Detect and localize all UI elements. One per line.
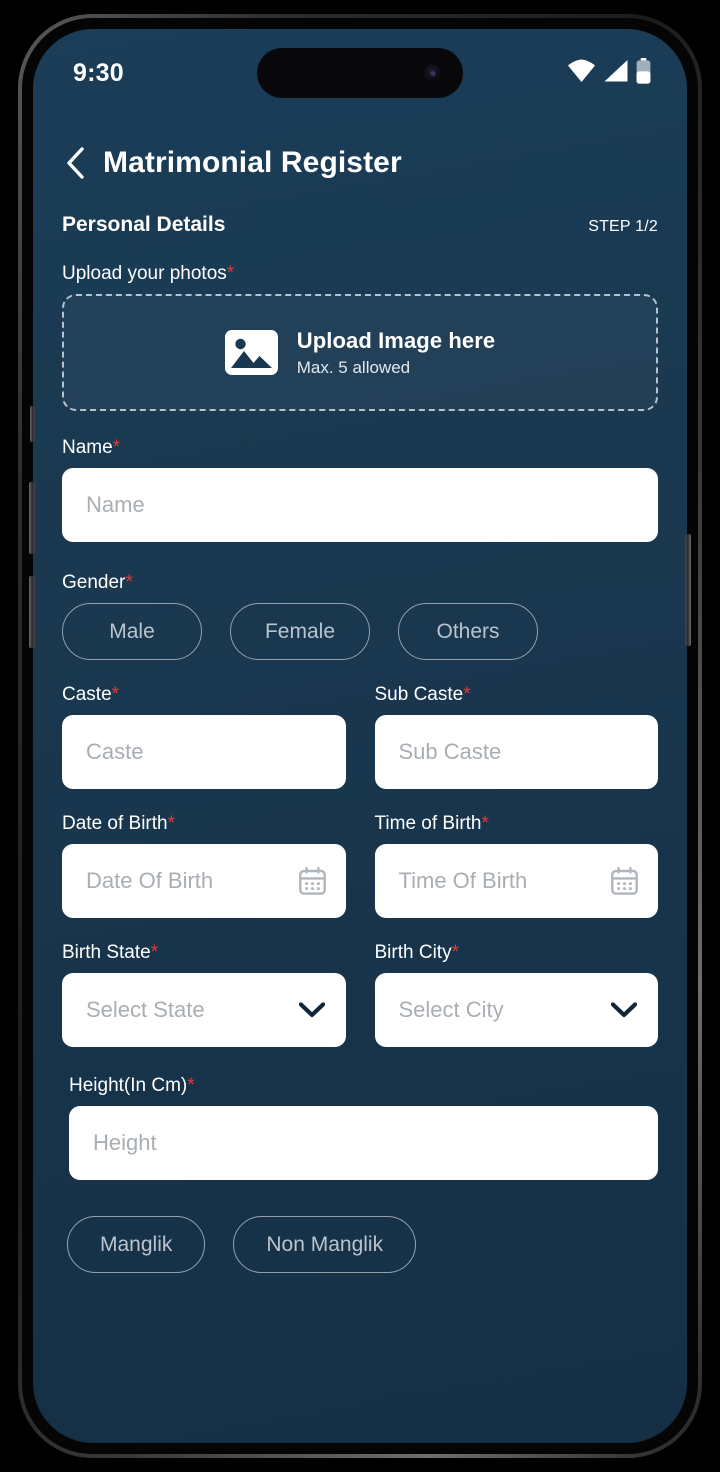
sub-caste-input[interactable] xyxy=(374,715,658,789)
birth-city-label-text: Birth City xyxy=(374,942,452,963)
manglik-option-manglik[interactable]: Manglik xyxy=(67,1216,206,1273)
upload-subtitle: Max. 5 allowed xyxy=(296,357,411,377)
battery-icon xyxy=(636,57,651,89)
gender-label-text: Gender xyxy=(62,572,126,593)
required-asterisk: * xyxy=(481,813,489,834)
birth-city-select-wrap xyxy=(374,973,658,1047)
manglik-option-non-manglik[interactable]: Non Manglik xyxy=(233,1216,417,1273)
required-asterisk: * xyxy=(150,942,159,963)
birth-state-field-group: Birth State* xyxy=(62,942,346,1047)
birth-city-field-group: Birth City* xyxy=(374,942,659,1047)
volume-up-button[interactable] xyxy=(29,482,35,554)
caste-row: Caste* Sub Caste* xyxy=(62,684,658,789)
required-asterisk: * xyxy=(451,942,459,963)
birth-datetime-row: Date of Birth* Date Of Birth Time of Bir… xyxy=(62,813,658,918)
caste-input[interactable] xyxy=(62,715,346,789)
status-time: 9:30 xyxy=(73,58,124,87)
phone-bezel: 9:30 Matrimonial Register Personal Detai… xyxy=(22,18,698,1454)
status-icons xyxy=(567,57,651,89)
sub-caste-label: Sub Caste* xyxy=(375,684,659,706)
time-of-birth-label: Time of Birth* xyxy=(375,813,659,835)
required-asterisk: * xyxy=(112,437,121,458)
phone-screen: 9:30 Matrimonial Register Personal Detai… xyxy=(33,29,687,1443)
name-input[interactable] xyxy=(62,468,658,542)
caste-field-group: Caste* xyxy=(62,684,346,789)
required-asterisk: * xyxy=(226,263,235,284)
time-of-birth-input[interactable] xyxy=(374,844,658,918)
height-field-group: Height(In Cm)* xyxy=(62,1075,658,1180)
phone-frame: 9:30 Matrimonial Register Personal Detai… xyxy=(18,14,702,1458)
birth-city-select[interactable] xyxy=(374,973,658,1047)
upload-title: Upload Image here xyxy=(296,327,496,353)
gender-option-male[interactable]: Male xyxy=(62,603,202,660)
upload-photos-label-text: Upload your photos xyxy=(62,263,227,284)
gender-option-others[interactable]: Others xyxy=(398,603,538,660)
gender-label: Gender* xyxy=(62,572,658,594)
image-placeholder-icon xyxy=(224,326,278,379)
birth-state-label: Birth State* xyxy=(62,942,346,964)
silent-switch-button[interactable] xyxy=(30,406,35,442)
birth-state-select-wrap xyxy=(62,973,346,1047)
gender-options: Male Female Others xyxy=(62,603,658,660)
height-input[interactable] xyxy=(69,1106,658,1180)
name-label: Name* xyxy=(62,437,658,459)
birth-city-label: Birth City* xyxy=(375,942,659,964)
date-of-birth-input[interactable] xyxy=(62,844,346,918)
date-of-birth-label: Date of Birth* xyxy=(62,813,346,835)
front-camera-icon xyxy=(424,64,441,82)
time-of-birth-field-group: Time of Birth* xyxy=(374,813,659,918)
date-of-birth-field-group: Date of Birth* xyxy=(62,813,346,918)
section-title: Personal Details xyxy=(62,213,226,236)
caste-label: Caste* xyxy=(62,684,346,706)
birth-state-select[interactable] xyxy=(62,973,346,1047)
required-asterisk: * xyxy=(167,813,176,834)
date-of-birth-input-wrap xyxy=(62,844,346,918)
chevron-left-icon[interactable] xyxy=(62,147,88,179)
page-title: Matrimonial Register xyxy=(103,146,402,179)
section-header: Personal Details STEP 1/2 xyxy=(62,213,658,237)
gender-option-female[interactable]: Female xyxy=(230,603,370,660)
upload-texts: Upload Image here Max. 5 allowed xyxy=(297,328,496,378)
height-label: Height(In Cm)* xyxy=(69,1075,658,1097)
name-label-text: Name xyxy=(62,437,113,458)
form-scroll-area[interactable]: Matrimonial Register Personal Details ST… xyxy=(33,117,687,1443)
upload-photos-label: Upload your photos* xyxy=(62,263,658,285)
height-label-text: Height(In Cm) xyxy=(69,1075,188,1096)
required-asterisk: * xyxy=(125,572,133,593)
required-asterisk: * xyxy=(463,684,471,705)
cellular-signal-icon xyxy=(603,59,629,88)
required-asterisk: * xyxy=(111,684,120,705)
app-header: Matrimonial Register xyxy=(62,117,658,195)
birth-state-label-text: Birth State xyxy=(62,942,151,963)
step-indicator: STEP 1/2 xyxy=(588,218,658,235)
date-of-birth-label-text: Date of Birth xyxy=(62,813,168,834)
sub-caste-label-text: Sub Caste xyxy=(374,684,464,705)
wifi-icon xyxy=(567,59,596,88)
required-asterisk: * xyxy=(187,1075,195,1096)
upload-dropzone[interactable]: Upload Image here Max. 5 allowed xyxy=(62,294,658,411)
manglik-options: Manglik Non Manglik xyxy=(62,1216,658,1273)
sub-caste-field-group: Sub Caste* xyxy=(374,684,659,789)
caste-label-text: Caste xyxy=(62,684,112,705)
gender-field-group: Gender* Male Female Others xyxy=(62,572,658,660)
name-field-group: Name* xyxy=(62,437,658,542)
power-button[interactable] xyxy=(685,534,691,646)
time-of-birth-label-text: Time of Birth xyxy=(374,813,482,834)
dynamic-island xyxy=(257,48,463,98)
volume-down-button[interactable] xyxy=(29,576,35,648)
time-of-birth-input-wrap xyxy=(374,844,658,918)
birth-location-row: Birth State* B xyxy=(62,942,658,1047)
